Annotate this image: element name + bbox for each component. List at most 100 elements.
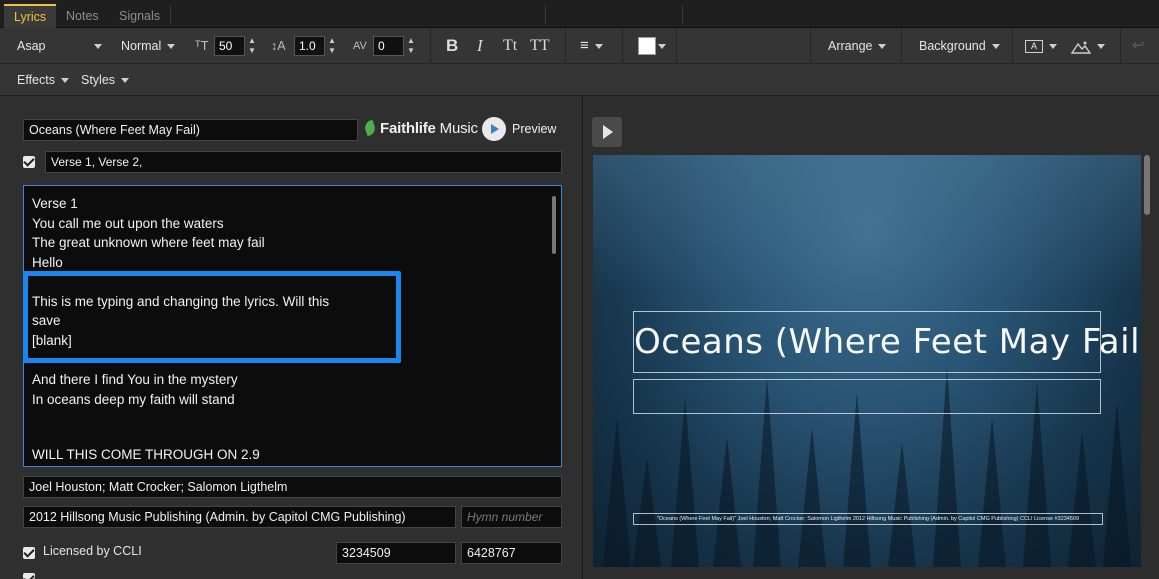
lyric-line: And there I find You in the mystery — [32, 372, 238, 387]
font-size-input[interactable]: 50 — [214, 36, 245, 56]
styles-label: Styles — [81, 73, 116, 87]
licensed-checkbox[interactable] — [23, 547, 35, 559]
all-caps-button[interactable]: TT — [530, 28, 550, 64]
font-size-stepper[interactable]: ▲ ▼ — [247, 36, 257, 56]
chevron-down-icon — [167, 44, 176, 50]
lyric-line: The great unknown where feet may fail — [32, 235, 265, 250]
background-menu[interactable]: Background — [919, 28, 1000, 64]
letter-spacing-stepper[interactable]: ▲ ▼ — [406, 36, 416, 56]
toolbar-divider — [810, 28, 811, 64]
arrange-label: Arrange — [828, 39, 873, 53]
tree-shape — [843, 392, 871, 567]
tab-divider — [545, 6, 546, 24]
tab-divider — [682, 6, 683, 24]
preview-scrollbar[interactable] — [1144, 155, 1150, 215]
faithlife-music-logo: Faithlife Music — [362, 118, 478, 140]
font-family-select[interactable]: Asap — [17, 28, 102, 64]
tree-shape — [1068, 432, 1096, 567]
app-window: Lyrics Notes Signals Asap Normal ᵀT 50 ▲… — [0, 0, 1159, 579]
align-select[interactable]: ≡ — [580, 28, 603, 64]
lyric-line: Hello — [32, 255, 63, 270]
chevron-down-icon — [121, 78, 130, 84]
hymn-number-input[interactable]: Hymn number — [461, 506, 562, 528]
background-label: Background — [919, 39, 986, 53]
toolbar-divider — [622, 28, 623, 64]
toolbar-divider — [901, 28, 902, 64]
effects-menu[interactable]: Effects — [17, 64, 69, 96]
toolbar-divider — [676, 28, 677, 64]
chevron-down-icon — [991, 44, 1000, 50]
font-weight-select[interactable]: Normal — [121, 28, 176, 64]
effects-toolbar: Effects Styles — [0, 64, 1159, 96]
text-box-icon: A — [1025, 40, 1043, 54]
text-color-swatch[interactable] — [638, 37, 656, 55]
arrange-menu[interactable]: Arrange — [828, 28, 887, 64]
undo-icon[interactable]: ↩ — [1132, 28, 1145, 64]
tab-notes[interactable]: Notes — [56, 4, 109, 28]
slide-title-text: Oceans (Where Feet May Fail) — [634, 322, 1141, 362]
formatting-toolbar: Asap Normal ᵀT 50 ▲ ▼ ↕A 1.0 ▲ ▼ AV 0 ▲ ▼ B… — [0, 28, 1159, 64]
slide-subtitle-box[interactable] — [633, 379, 1101, 414]
preview-label[interactable]: Preview — [512, 118, 556, 140]
copyright-input[interactable]: 2012 Hillsong Music Publishing (Admin. b… — [23, 506, 456, 528]
chevron-down-icon — [878, 44, 887, 50]
tab-signals[interactable]: Signals — [109, 4, 170, 28]
tree-shape — [1103, 402, 1131, 567]
brand-suffix: Music — [439, 120, 478, 137]
ccli-number-input[interactable]: 3234509 — [336, 542, 456, 564]
text-box-menu[interactable]: A — [1025, 28, 1057, 64]
chevron-down-icon — [93, 44, 102, 50]
brand-name: Faithlife — [380, 120, 436, 137]
slide-canvas[interactable]: Oceans (Where Feet May Fail) "Oceans (Wh… — [593, 155, 1141, 567]
lyric-line: You call me out upon the waters — [32, 216, 224, 231]
slide-footer-box[interactable]: "Oceans (Where Feet May Fail)" Joel Hous… — [633, 513, 1103, 525]
preview-play-button[interactable] — [482, 117, 506, 141]
slide-preview-panel: Oceans (Where Feet May Fail) "Oceans (Wh… — [584, 96, 1159, 579]
font-size-icon: ᵀT — [195, 38, 209, 53]
toolbar-divider — [1012, 28, 1013, 64]
tree-shape — [603, 417, 631, 567]
font-weight-value: Normal — [121, 39, 162, 53]
toolbar-divider — [565, 28, 566, 64]
bold-button[interactable]: B — [446, 28, 458, 64]
slide-title-box[interactable]: Oceans (Where Feet May Fail) — [633, 311, 1141, 373]
chevron-down-icon — [60, 78, 69, 84]
tree-shape — [888, 442, 916, 567]
tab-lyrics[interactable]: Lyrics — [4, 4, 57, 28]
leaf-icon — [362, 119, 378, 137]
mountain-icon — [1070, 41, 1092, 54]
tab-divider — [170, 6, 171, 24]
fog-overlay — [593, 155, 1141, 295]
sections-checkbox[interactable] — [23, 156, 35, 168]
authors-input[interactable]: Joel Houston; Matt Crocker; Salomon Ligt… — [23, 476, 562, 498]
show-title-checkbox[interactable] — [23, 573, 35, 579]
tree-shape — [798, 427, 826, 567]
song-title-input[interactable]: Oceans (Where Feet May Fail) — [23, 119, 358, 141]
lyrics-scrollbar[interactable] — [552, 196, 556, 254]
align-center-icon: ≡ — [580, 37, 589, 54]
chevron-down-icon — [1049, 44, 1057, 50]
styles-menu[interactable]: Styles — [81, 64, 130, 96]
tree-shape — [978, 417, 1006, 567]
lyrics-editor-panel: Oceans (Where Feet May Fail) Faithlife M… — [0, 96, 583, 579]
small-caps-button[interactable]: Tt — [503, 28, 517, 64]
tree-shape — [713, 437, 741, 567]
license-number-input[interactable]: 6428767 — [461, 542, 562, 564]
image-menu[interactable] — [1070, 28, 1105, 64]
italic-button[interactable]: I — [477, 28, 483, 64]
line-height-input[interactable]: 1.0 — [294, 36, 325, 56]
tree-shape — [633, 457, 661, 567]
lyric-line: WILL THIS COME THROUGH ON 2.9 — [32, 447, 260, 462]
play-button[interactable] — [592, 117, 622, 147]
line-height-stepper[interactable]: ▲ ▼ — [327, 36, 337, 56]
licensed-label: Licensed by CCLI — [43, 544, 142, 558]
letter-spacing-input[interactable]: 0 — [373, 36, 404, 56]
font-family-value: Asap — [17, 39, 46, 53]
sections-field[interactable]: Verse 1, Verse 2, — [45, 151, 562, 173]
chevron-down-icon — [1097, 44, 1105, 50]
chevron-down-icon — [658, 44, 666, 49]
toolbar-divider — [430, 28, 431, 64]
lyric-line: In oceans deep my faith will stand — [32, 392, 235, 407]
toolbar-divider — [1120, 28, 1121, 64]
tree-shape — [671, 397, 699, 567]
